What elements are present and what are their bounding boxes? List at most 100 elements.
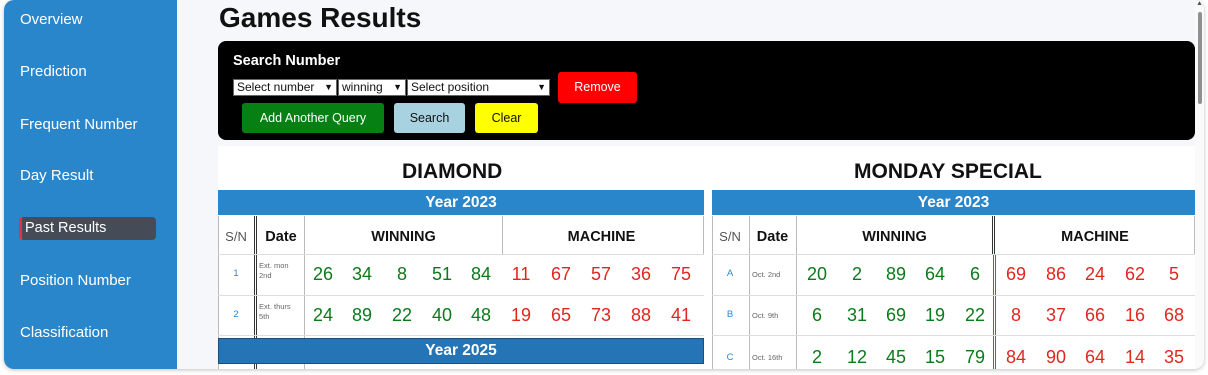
machine-number: 90 — [1045, 347, 1067, 367]
column-header-winning: WINNING — [862, 229, 927, 245]
row-date: Oct. 2nd — [752, 270, 781, 279]
row-sn: A — [726, 268, 734, 279]
winning-number: 64 — [924, 264, 946, 284]
machine-number: 19 — [510, 305, 532, 325]
machine-number: 75 — [670, 264, 692, 284]
search-panel: Search Number Select number ▼ winning ▼ … — [218, 41, 1195, 140]
winning-number: 48 — [470, 305, 492, 325]
machine-number: 16 — [1124, 305, 1146, 325]
sidebar-item-prediction[interactable]: Prediction — [20, 61, 87, 83]
winning-number: 26 — [312, 264, 334, 284]
scroll-thumb[interactable] — [1198, 12, 1202, 104]
sidebar-item-classification[interactable]: Classification — [20, 322, 108, 344]
column-header-machine: MACHINE — [567, 229, 636, 245]
column-header-sn: S/N — [719, 229, 741, 244]
winning-number: 84 — [470, 264, 492, 284]
machine-number: 41 — [670, 305, 692, 325]
machine-number: 8 — [1010, 305, 1021, 325]
year-bar-2023: Year 2023 — [712, 190, 1195, 215]
main-content: Games Results Search Number Select numbe… — [177, 0, 1195, 369]
chevron-down-icon: ▼ — [324, 82, 333, 92]
winning-number: 89 — [351, 305, 373, 325]
winning-number: 22 — [964, 305, 986, 325]
machine-number: 14 — [1124, 347, 1146, 367]
winning-number: 40 — [431, 305, 453, 325]
clear-button[interactable]: Clear — [475, 103, 538, 133]
machine-number: 88 — [630, 305, 652, 325]
results-content: DIAMOND Year 2023 S/N Date WINNING MACHI… — [218, 146, 1195, 369]
machine-number: 57 — [590, 264, 612, 284]
vertical-scrollbar[interactable]: ▲ — [1195, 0, 1204, 369]
machine-number: 86 — [1045, 264, 1067, 284]
column-header-sn: S/N — [225, 229, 247, 244]
winning-number: 6 — [811, 305, 822, 325]
winning-number: 2 — [811, 347, 822, 367]
machine-number: 64 — [1084, 347, 1106, 367]
machine-number: 11 — [511, 264, 531, 284]
select-type-dropdown[interactable]: winning ▼ — [338, 79, 406, 96]
machine-number: 68 — [1163, 305, 1185, 325]
scroll-up-arrow-icon[interactable]: ▲ — [1196, 0, 1203, 7]
row-date: Ext. thurs 5th — [259, 302, 291, 321]
winning-number: 45 — [885, 347, 907, 367]
machine-number: 62 — [1124, 264, 1146, 284]
search-title: Search Number — [233, 53, 341, 69]
select-position-dropdown[interactable]: Select position ▼ — [407, 79, 550, 96]
year-bar-2025: Year 2025 — [218, 338, 704, 364]
machine-number: 36 — [630, 264, 652, 284]
sidebar-item-day-result[interactable]: Day Result — [20, 165, 93, 187]
winning-number: 31 — [846, 305, 868, 325]
year-bar-2023: Year 2023 — [218, 190, 704, 215]
select-number-dropdown[interactable]: Select number ▼ — [233, 79, 337, 96]
machine-number: 5 — [1168, 264, 1179, 284]
winning-number: 89 — [885, 264, 907, 284]
machine-number: 84 — [1005, 347, 1027, 367]
machine-number: 69 — [1005, 264, 1027, 284]
winning-number: 79 — [964, 347, 986, 367]
select-type-value: winning — [342, 80, 383, 94]
row-date: Oct. 9th — [752, 311, 779, 320]
chevron-down-icon: ▼ — [393, 82, 402, 92]
column-header-date: Date — [265, 229, 297, 245]
winning-number: 20 — [806, 264, 828, 284]
winning-number: 24 — [312, 305, 334, 325]
sidebar-item-overview[interactable]: Overview — [20, 9, 83, 31]
row-sn: B — [726, 309, 734, 320]
add-query-button[interactable]: Add Another Query — [242, 103, 384, 133]
sidebar: Overview Prediction Frequent Number Day … — [4, 0, 177, 369]
row-sn: 2 — [233, 309, 239, 320]
sidebar-item-position-number[interactable]: Position Number — [20, 270, 131, 292]
game-title-monday-special: MONDAY SPECIAL — [854, 160, 1042, 183]
winning-number: 34 — [351, 264, 373, 284]
winning-number: 51 — [431, 264, 453, 284]
column-header-winning: WINNING — [371, 229, 436, 245]
winning-number: 19 — [924, 305, 946, 325]
machine-number: 37 — [1045, 305, 1067, 325]
machine-number: 67 — [550, 264, 572, 284]
game-title-diamond: DIAMOND — [402, 160, 503, 183]
winning-number: 69 — [885, 305, 907, 325]
winning-number: 15 — [924, 347, 946, 367]
machine-number: 73 — [590, 305, 612, 325]
column-header-machine: MACHINE — [1061, 229, 1129, 245]
machine-number: 66 — [1084, 305, 1106, 325]
sidebar-item-frequent-number[interactable]: Frequent Number — [20, 114, 138, 136]
winning-number: 2 — [851, 264, 862, 284]
column-header-date: Date — [756, 229, 789, 245]
row-sn: 1 — [233, 268, 239, 279]
chevron-down-icon: ▼ — [537, 82, 546, 92]
machine-number: 24 — [1084, 264, 1106, 284]
winning-number: 12 — [846, 347, 868, 367]
remove-button[interactable]: Remove — [558, 72, 637, 103]
select-position-value: Select position — [411, 80, 490, 94]
winning-number: 8 — [396, 264, 407, 284]
winning-number: 22 — [391, 305, 413, 325]
machine-number: 35 — [1163, 347, 1185, 367]
search-button[interactable]: Search — [394, 103, 465, 133]
select-number-value: Select number — [237, 80, 315, 94]
row-date: Oct. 16th — [752, 353, 783, 362]
winning-number: 6 — [969, 264, 980, 284]
sidebar-item-past-results[interactable]: Past Results — [19, 217, 156, 240]
app-window: Overview Prediction Frequent Number Day … — [4, 0, 1204, 369]
page-title: Games Results — [219, 2, 422, 33]
